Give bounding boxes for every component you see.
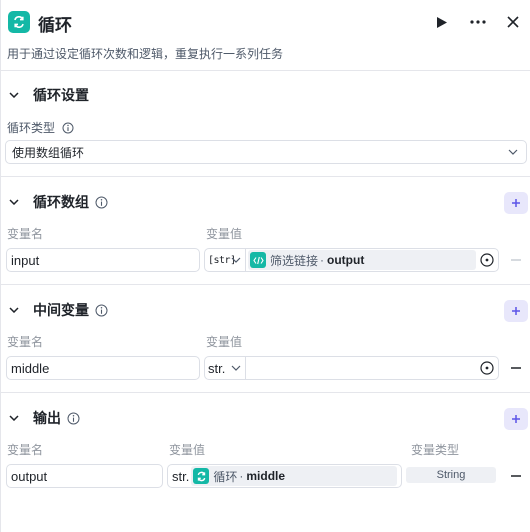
target-icon[interactable] xyxy=(480,253,494,267)
var-name-value: input xyxy=(11,252,40,268)
ref-variable-name: middle xyxy=(246,469,286,483)
intermediate-var-value-input[interactable] xyxy=(245,356,499,380)
divider xyxy=(1,70,530,71)
section-intermediate-toggle[interactable]: 中间变量 xyxy=(7,299,108,321)
panel-title: 循环 xyxy=(38,16,72,35)
output-var-value-ref[interactable]: str. 循环 · middle xyxy=(167,464,402,488)
divider xyxy=(1,284,530,285)
code-icon xyxy=(250,252,266,268)
chevron-down-icon xyxy=(7,195,21,209)
plus-icon xyxy=(512,199,520,207)
chevron-down-icon xyxy=(231,365,241,371)
column-header-value: 变量值 xyxy=(206,227,243,241)
column-header-type: 变量类型 xyxy=(411,443,460,457)
array-var-name-input[interactable]: input xyxy=(6,248,200,272)
section-loop-array-toggle[interactable]: 循环数组 xyxy=(7,191,108,213)
column-header-name: 变量名 xyxy=(7,227,44,241)
section-loop-settings-toggle[interactable]: 循环设置 xyxy=(7,84,89,106)
loop-type-label: 循环类型 xyxy=(7,119,74,136)
loop-icon xyxy=(8,11,30,33)
chevron-down-icon xyxy=(508,146,518,160)
info-icon[interactable] xyxy=(95,196,108,209)
minus-icon xyxy=(511,259,521,261)
minus-icon xyxy=(511,367,521,369)
add-output-variable-button[interactable] xyxy=(504,408,528,430)
ref-separator: · xyxy=(320,253,325,267)
intermediate-var-name-input[interactable]: middle xyxy=(6,356,200,380)
column-header-name: 变量名 xyxy=(7,335,44,349)
section-title: 循环数组 xyxy=(33,194,89,210)
remove-intermediate-variable-button[interactable] xyxy=(509,361,523,375)
remove-output-variable-button[interactable] xyxy=(509,469,523,483)
plus-icon xyxy=(512,415,520,423)
var-type-value: str. xyxy=(172,468,190,484)
run-button[interactable] xyxy=(431,11,453,33)
ref-node-name: 循环 xyxy=(213,469,238,484)
info-icon[interactable] xyxy=(95,304,108,317)
ref-variable-name: output xyxy=(327,253,365,267)
column-header-value: 变量值 xyxy=(206,335,243,349)
array-var-value-ref[interactable]: 筛选链接 · output xyxy=(245,248,499,272)
target-icon[interactable] xyxy=(480,361,494,375)
panel-header: 循环 xyxy=(1,0,530,44)
reference-tag: 循环 · middle xyxy=(191,466,398,486)
var-name-value: middle xyxy=(11,360,50,376)
more-button[interactable] xyxy=(467,11,489,33)
section-title: 中间变量 xyxy=(33,302,89,318)
var-name-value: output xyxy=(11,468,48,484)
close-button[interactable] xyxy=(502,11,524,33)
loop-type-value: 使用数组循环 xyxy=(12,145,85,160)
close-icon xyxy=(507,16,519,28)
play-icon xyxy=(437,16,447,28)
section-title: 循环设置 xyxy=(33,87,89,103)
divider xyxy=(1,176,530,177)
loop-type-label-text: 循环类型 xyxy=(7,121,56,135)
array-var-type-select[interactable]: [str] xyxy=(204,248,246,272)
output-var-name-input[interactable]: output xyxy=(6,464,163,488)
remove-array-variable-button[interactable] xyxy=(509,253,523,267)
chevron-down-icon xyxy=(7,303,21,317)
plus-icon xyxy=(512,307,520,315)
info-icon[interactable] xyxy=(61,121,74,134)
reference-tag: 筛选链接 · output xyxy=(248,250,476,270)
column-header-name: 变量名 xyxy=(7,443,44,457)
var-type-badge: String xyxy=(406,467,496,483)
add-intermediate-variable-button[interactable] xyxy=(504,300,528,322)
intermediate-var-type-select[interactable]: str. xyxy=(204,356,246,380)
divider xyxy=(1,392,530,393)
panel-description: 用于通过设定循环次数和逻辑，重复执行一系列任务 xyxy=(7,47,284,61)
chevron-down-icon xyxy=(7,88,21,102)
more-icon xyxy=(470,20,486,24)
loop-icon xyxy=(193,468,210,484)
ref-separator: · xyxy=(239,469,244,483)
section-output-toggle[interactable]: 输出 xyxy=(7,407,80,429)
add-array-variable-button[interactable] xyxy=(504,192,528,214)
column-header-value: 变量值 xyxy=(169,443,206,457)
section-title: 输出 xyxy=(33,410,61,426)
minus-icon xyxy=(511,475,521,477)
info-icon[interactable] xyxy=(67,412,80,425)
ref-node-name: 筛选链接 xyxy=(270,253,319,268)
var-type-value: str. xyxy=(208,360,226,376)
loop-node-panel: 循环 用于通过设定循环次数和逻辑，重复执行一系列任务 循环设置 循环类型 使用数… xyxy=(0,0,530,532)
loop-type-select[interactable]: 使用数组循环 xyxy=(5,140,527,164)
chevron-down-icon xyxy=(231,257,241,263)
chevron-down-icon xyxy=(7,411,21,425)
